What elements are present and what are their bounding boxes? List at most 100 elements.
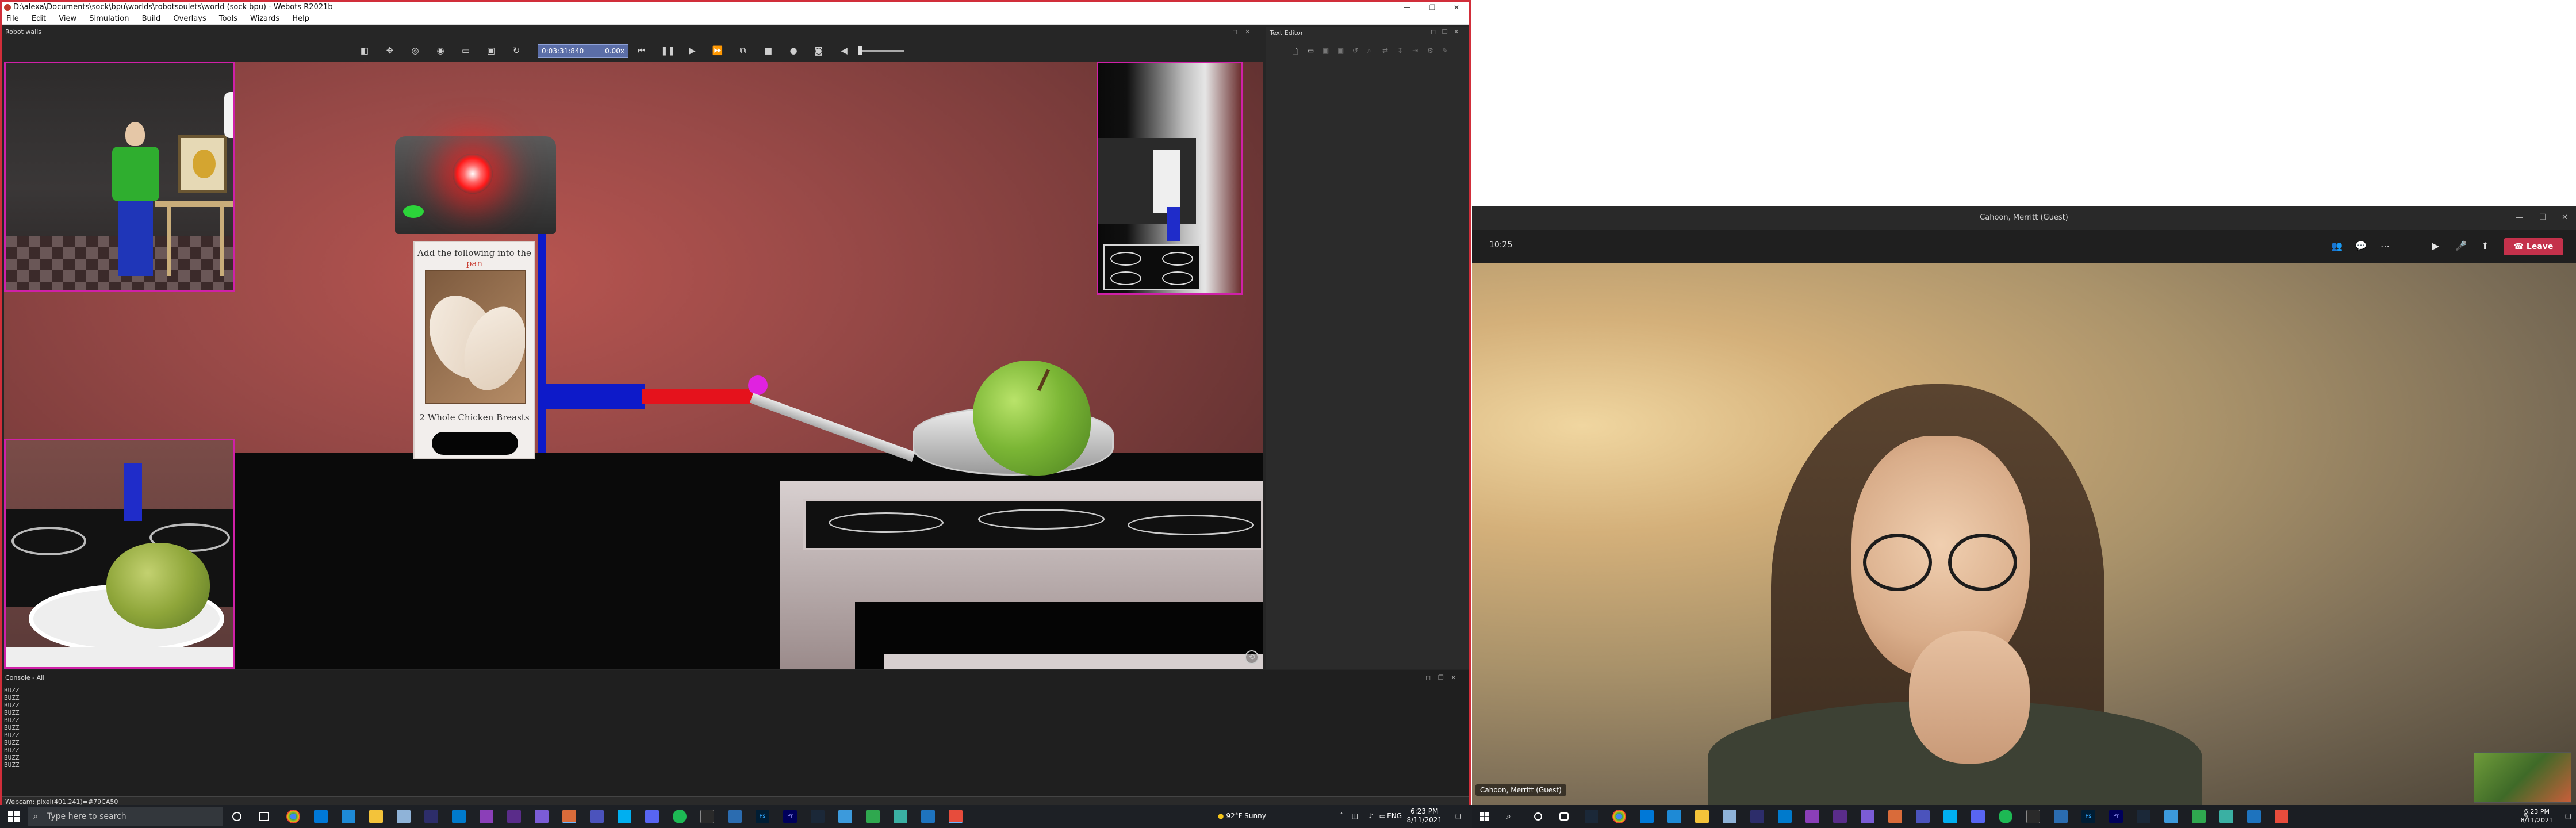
pause-icon[interactable]: ❚❚: [661, 44, 675, 57]
premiere-icon[interactable]: Pr: [783, 810, 797, 823]
edge-icon[interactable]: [314, 810, 328, 823]
chat-icon[interactable]: 💬: [2353, 239, 2369, 253]
webots-icon[interactable]: [1888, 810, 1902, 823]
maximize-icon[interactable]: ❐: [2539, 206, 2546, 230]
app-icon[interactable]: [1861, 810, 1874, 823]
undock-icon[interactable]: ❐: [1438, 674, 1444, 681]
close-panel-icon[interactable]: ✕: [1245, 28, 1250, 36]
follow-icon[interactable]: ✥: [384, 44, 396, 57]
weather-widget[interactable]: ● 92°F Sunny: [1218, 812, 1310, 820]
store-icon[interactable]: [1667, 810, 1681, 823]
open-file-icon[interactable]: ▭: [1308, 47, 1314, 55]
taskbar-search[interactable]: ⌕ Type here to search: [28, 807, 223, 826]
app-icon[interactable]: [397, 810, 411, 823]
revert-icon[interactable]: ↺: [1352, 47, 1358, 55]
menu-view[interactable]: View: [59, 14, 76, 23]
notifications-icon[interactable]: ▢: [2565, 812, 2571, 820]
leave-button[interactable]: ☎ Leave: [2504, 238, 2563, 255]
cortana-icon[interactable]: [1534, 812, 1542, 821]
reset-view-icon[interactable]: ⟲: [1245, 650, 1259, 664]
network-icon[interactable]: ◫: [1352, 812, 1358, 820]
sound-icon[interactable]: ◀: [838, 44, 850, 57]
reload-icon[interactable]: ↻: [510, 44, 523, 57]
store-icon[interactable]: [342, 810, 355, 823]
view-icon[interactable]: ◧: [358, 44, 371, 57]
visual-studio-icon[interactable]: [1805, 810, 1819, 823]
notifications-icon[interactable]: ▢: [1455, 812, 1462, 820]
app-icon[interactable]: [535, 810, 549, 823]
volume-slider-knob[interactable]: [858, 46, 862, 55]
camera-overlay-gripper[interactable]: [1097, 62, 1243, 295]
vscode-icon[interactable]: [452, 810, 466, 823]
volume-icon[interactable]: ♪: [1368, 812, 1373, 820]
open-world-icon[interactable]: ▭: [459, 44, 472, 57]
app-icon[interactable]: [949, 810, 963, 823]
maximize-icon[interactable]: ❐: [1421, 2, 1444, 13]
app-icon[interactable]: [894, 810, 907, 823]
file-explorer-icon[interactable]: [1695, 810, 1709, 823]
step-back-icon[interactable]: ⏮: [635, 44, 648, 57]
minimize-icon[interactable]: —: [2516, 206, 2523, 230]
share-icon[interactable]: ⬆: [2477, 239, 2493, 253]
windows-start-icon[interactable]: [1480, 812, 1489, 821]
menu-tools[interactable]: Tools: [219, 14, 237, 23]
minimize-icon[interactable]: —: [1396, 2, 1419, 13]
app-icon[interactable]: [1723, 810, 1736, 823]
mic-icon[interactable]: 🎤: [2453, 239, 2469, 253]
steam-icon[interactable]: [811, 810, 825, 823]
app-icon[interactable]: [2192, 810, 2206, 823]
undock-icon[interactable]: ◻: [1232, 28, 1237, 36]
app-icon[interactable]: [700, 810, 714, 823]
save-all-icon[interactable]: ▣: [1337, 47, 1344, 55]
menu-build[interactable]: Build: [142, 14, 161, 23]
replace-icon[interactable]: ⇄: [1382, 47, 1388, 55]
menu-file[interactable]: File: [6, 14, 19, 23]
participant-video[interactable]: Cahoon, Merritt (Guest): [1472, 263, 2576, 805]
save-world-icon[interactable]: ▣: [485, 44, 497, 57]
chrome-icon[interactable]: [286, 810, 300, 823]
recipe-card-button[interactable]: [432, 432, 518, 455]
spotify-icon[interactable]: [673, 810, 687, 823]
teams-icon[interactable]: [1916, 810, 1930, 823]
perspective-icon[interactable]: ◎: [409, 44, 421, 57]
app-icon[interactable]: [424, 810, 438, 823]
chrome-icon[interactable]: [1612, 810, 1626, 823]
app-icon[interactable]: [2220, 810, 2233, 823]
edge-icon[interactable]: [1640, 810, 1654, 823]
menu-edit[interactable]: Edit: [32, 14, 46, 23]
tray-overflow-icon[interactable]: ˄: [1340, 812, 1343, 820]
task-view-icon[interactable]: [1559, 812, 1569, 821]
close-panel-icon[interactable]: ✕: [1451, 674, 1456, 681]
more-icon[interactable]: ⋯: [2377, 239, 2393, 253]
step-icon[interactable]: ⧉: [737, 44, 749, 57]
camera-overlay-room[interactable]: [4, 62, 235, 292]
app-icon[interactable]: [2247, 810, 2261, 823]
stop-icon[interactable]: ■: [762, 44, 775, 57]
people-icon[interactable]: 👥: [2329, 239, 2345, 253]
app-icon[interactable]: [1750, 810, 1764, 823]
webots-icon[interactable]: [562, 810, 576, 823]
screenshot-icon[interactable]: ◙: [812, 44, 825, 57]
taskbar-clock[interactable]: 6:23 PM 8/11/2021: [2521, 807, 2553, 825]
taskbar-clock[interactable]: 6:23 PM 8/11/2021: [1406, 807, 1442, 825]
app-icon[interactable]: [507, 810, 521, 823]
photoshop-icon[interactable]: Ps: [756, 810, 769, 823]
windows-start-icon[interactable]: [8, 811, 20, 822]
maximize-panel-icon[interactable]: ◻: [1431, 28, 1436, 36]
close-icon[interactable]: ✕: [1445, 2, 1468, 13]
vscode-icon[interactable]: [1778, 810, 1792, 823]
language-indicator[interactable]: ENG: [1387, 812, 1402, 820]
discord-icon[interactable]: [1971, 810, 1985, 823]
app-icon[interactable]: [728, 810, 742, 823]
record-icon[interactable]: ●: [787, 44, 800, 57]
menu-help[interactable]: Help: [292, 14, 309, 23]
menu-simulation[interactable]: Simulation: [89, 14, 129, 23]
cortana-icon[interactable]: [232, 812, 241, 821]
spotify-icon[interactable]: [1999, 810, 2012, 823]
self-view-thumbnail[interactable]: [2474, 752, 2571, 803]
menu-wizards[interactable]: Wizards: [250, 14, 279, 23]
discord-icon[interactable]: [645, 810, 659, 823]
save-file-icon[interactable]: ▣: [1322, 47, 1329, 55]
undock-icon[interactable]: ❐: [1442, 28, 1448, 36]
app-icon[interactable]: [866, 810, 880, 823]
